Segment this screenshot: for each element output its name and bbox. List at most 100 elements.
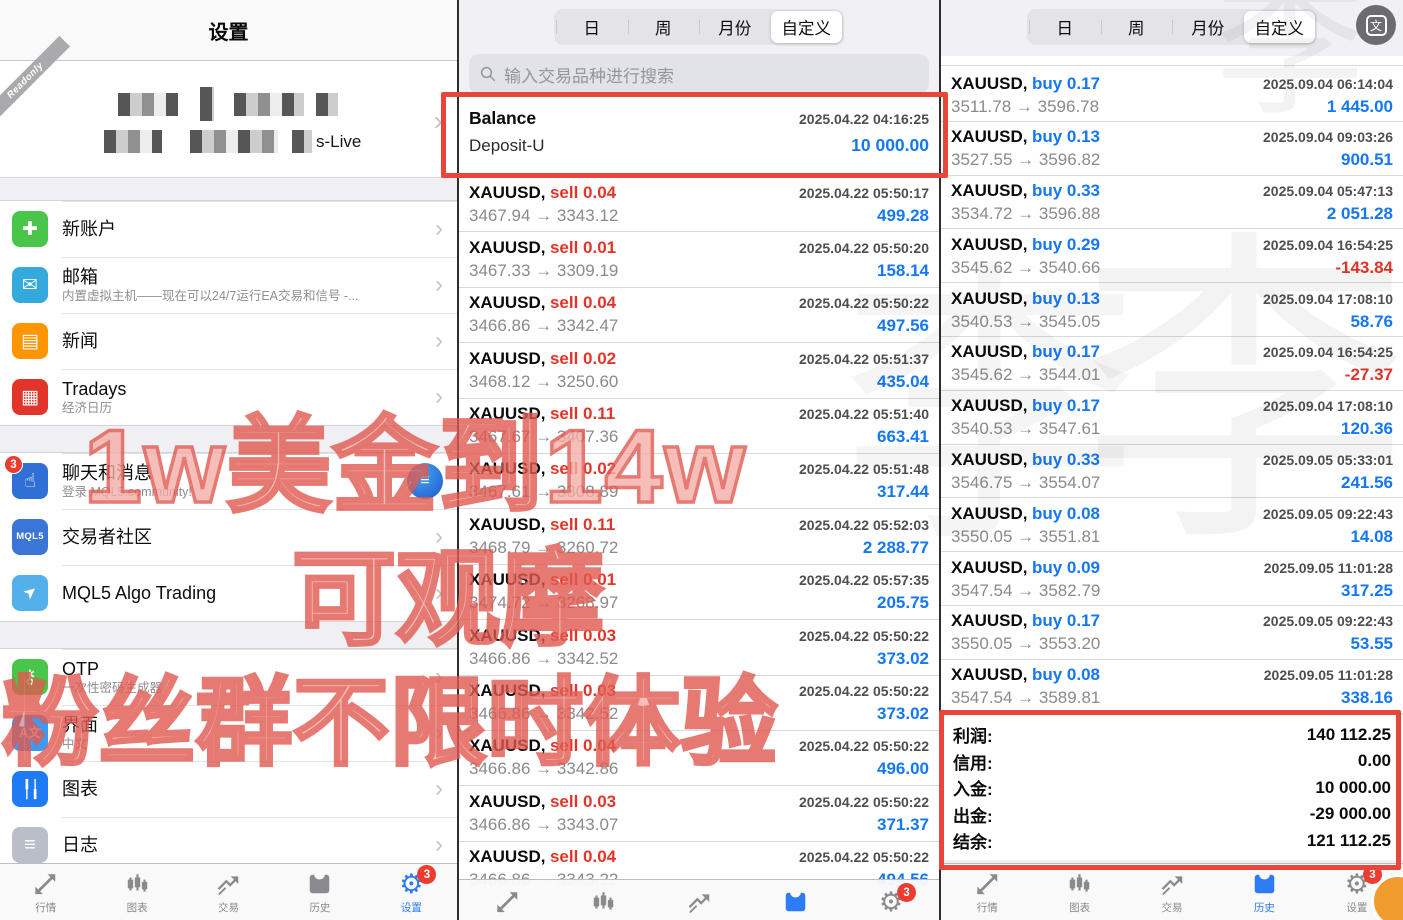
settings-menu-item[interactable]: ✚ 新账户 ≡ › <box>0 201 457 257</box>
trade-row[interactable]: XAUUSD, sell 0.03 2025.04.22 05:50:22 34… <box>459 620 939 675</box>
menu-item-subtitle: 内置虚拟主机——现在可以24/7运行EA交易和信号 -... <box>62 289 372 304</box>
trade-row[interactable]: XAUUSD, sell 0.02 2025.04.22 05:51:37 34… <box>459 343 939 398</box>
trade-symbol: XAUUSD, <box>469 293 546 312</box>
period-tab[interactable]: 月份 <box>699 11 771 43</box>
summary-value: 10 000.00 <box>1315 778 1391 798</box>
period-tab[interactable]: 月份 <box>1172 11 1244 43</box>
tabbar-item[interactable]: ⚙ 交易 <box>651 880 747 920</box>
period-tab[interactable]: 自定义 <box>1244 11 1316 43</box>
trade-row[interactable]: XAUUSD, sell 0.03 2025.04.22 05:50:22 34… <box>459 676 939 731</box>
tabbar-item[interactable]: ⚙ 行情 <box>0 864 91 920</box>
period-tab[interactable]: 周 <box>628 11 700 43</box>
trade-side: sell 0.02 <box>550 349 616 368</box>
period-tab-label: 日 <box>1057 15 1074 39</box>
settings-menu-item[interactable]: MQL5 交易者社区 ≡ › <box>0 509 457 565</box>
trade-row[interactable]: XAUUSD, buy 0.08 2025.09.05 11:01:28 354… <box>941 660 1403 714</box>
trade-row[interactable]: XAUUSD, buy 0.09 2025.09.05 11:01:28 354… <box>941 552 1403 606</box>
trade-row[interactable]: XAUUSD, buy 0.17 2025.09.04 06:14:04 351… <box>941 68 1403 122</box>
settings-menu-item[interactable]: A文 界面 中文 ≡ › <box>0 705 457 761</box>
bottom-tabbar: ⚙ 行情 ⚙ 图表 <box>941 863 1403 920</box>
period-tab[interactable]: 自定义 <box>771 11 843 43</box>
history-header: 日 周 月份 自定义 输入交易品种进行搜索 <box>459 0 939 96</box>
clipped-trade-row[interactable]: 3511.78 → 3596.65 345.62 <box>941 56 1403 68</box>
tabbar-item[interactable]: ⚙ 历史 <box>1218 864 1310 920</box>
trade-row[interactable]: XAUUSD, sell 0.04 2025.04.22 05:50:22 34… <box>459 288 939 343</box>
tabbar-item[interactable]: ⚙ 图表 <box>555 880 651 920</box>
trade-rows: XAUUSD, buy 0.17 2025.09.04 06:14:04 351… <box>941 68 1403 714</box>
account-card[interactable]: Readonly s-Live › <box>0 61 457 178</box>
settings-menu-item[interactable]: ╿╽ 图表 ≡ › <box>0 761 457 817</box>
trade-row[interactable]: XAUUSD, sell 0.04 2025.04.22 05:50:17 34… <box>459 177 939 232</box>
trade-row[interactable]: XAUUSD, buy 0.08 2025.09.05 09:22:43 355… <box>941 498 1403 552</box>
trade-prices: 3545.62 → 3544.01 <box>951 365 1100 385</box>
messages-icon[interactable]: ≡ <box>407 463 443 499</box>
trade-row[interactable]: XAUUSD, buy 0.17 2025.09.04 16:54:25 354… <box>941 337 1403 391</box>
settings-menu-item[interactable]: ▤ 新闻 ≡ › <box>0 313 457 369</box>
summary-value: 121 112.25 <box>1307 831 1391 851</box>
period-tab-label: 自定义 <box>1255 15 1305 39</box>
trade-row[interactable]: XAUUSD, buy 0.17 2025.09.05 09:22:43 355… <box>941 606 1403 660</box>
settings-menu-item[interactable]: ▦ Tradays 经济日历 ≡ › <box>0 369 457 425</box>
tabbar-item[interactable]: ⚙ 交易 <box>183 864 274 920</box>
menu-item-label: 图表 <box>62 778 435 800</box>
trade-symbol: XAUUSD, <box>469 681 546 700</box>
trade-time: 2025.04.22 05:50:22 <box>799 738 929 754</box>
settings-menu-item[interactable]: ⚷ OTP 一次性密码生成器 ≡ › <box>0 649 457 705</box>
trade-row[interactable]: XAUUSD, sell 0.03 2025.04.22 05:50:22 34… <box>459 786 939 841</box>
trade-row[interactable]: XAUUSD, buy 0.13 2025.09.04 17:08:10 354… <box>941 283 1403 337</box>
translate-scan-button[interactable]: 文 <box>1356 5 1396 45</box>
settings-menu-item[interactable]: ➤ MQL5 Algo Trading ≡ › <box>0 565 457 621</box>
trade-time: 2025.09.05 09:22:43 <box>1263 506 1393 522</box>
trade-row[interactable]: XAUUSD, buy 0.33 2025.09.05 05:33:01 354… <box>941 445 1403 499</box>
trade-prices: 3545.62 → 3540.66 <box>951 258 1100 278</box>
trade-row[interactable]: XAUUSD, buy 0.17 2025.09.04 17:08:10 354… <box>941 391 1403 445</box>
trade-symbol: XAUUSD, <box>469 792 546 811</box>
search-input[interactable]: 输入交易品种进行搜索 <box>469 54 929 94</box>
trade-row[interactable]: XAUUSD, sell 0.04 2025.04.22 05:50:22 34… <box>459 731 939 786</box>
trade-side: sell 0.04 <box>550 183 616 202</box>
trade-profit: 120.36 <box>1341 419 1393 439</box>
trade-side: buy 0.17 <box>1032 396 1100 415</box>
tabbar-item[interactable]: ⚙ 行情 <box>941 864 1033 920</box>
summary-row: 入金: 10 000.00 <box>953 775 1391 802</box>
tabbar-item[interactable]: ⚙ 历史 <box>747 880 843 920</box>
trade-row[interactable]: XAUUSD, buy 0.33 2025.09.04 05:47:13 353… <box>941 176 1403 230</box>
trade-row[interactable]: XAUUSD, buy 0.13 2025.09.04 09:03:26 352… <box>941 122 1403 176</box>
account-name-redacted: s-Live <box>0 61 457 153</box>
search-placeholder: 输入交易品种进行搜索 <box>504 62 674 87</box>
trade-time: 2025.09.04 17:08:10 <box>1263 398 1393 414</box>
trade-row[interactable]: XAUUSD, sell 0.11 2025.04.22 05:51:40 34… <box>459 399 939 454</box>
balance-row[interactable]: Balance 2025.04.22 04:16:25 Deposit-U 10… <box>459 96 939 177</box>
trade-profit: 317.25 <box>1341 581 1393 601</box>
trade-row[interactable]: XAUUSD, buy 0.29 2025.09.04 16:54:25 354… <box>941 229 1403 283</box>
tabbar-item[interactable]: ⚙ 交易 <box>1126 864 1218 920</box>
menu-icon: ✚ <box>12 211 48 247</box>
trade-row[interactable]: XAUUSD, sell 0.01 2025.04.22 05:50:20 34… <box>459 232 939 287</box>
tabbar-item[interactable]: ⚙ 行情 <box>459 880 555 920</box>
period-tab-label: 月份 <box>718 15 751 39</box>
period-tab[interactable]: 周 <box>1101 11 1173 43</box>
trade-row[interactable]: XAUUSD, sell 0.01 2025.04.22 05:57:35 34… <box>459 565 939 620</box>
menu-icon: ╿╽ <box>12 771 48 807</box>
trade-row[interactable]: XAUUSD, sell 0.11 2025.04.22 05:52:03 34… <box>459 509 939 564</box>
period-tab[interactable]: 日 <box>556 11 628 43</box>
tabbar-item[interactable]: ⚙ 历史 <box>274 864 365 920</box>
tabbar-item[interactable]: ⚙ 图表 <box>1033 864 1125 920</box>
trade-profit: 499.28 <box>877 206 929 226</box>
trade-prices: 3466.86 → 3343.07 <box>469 815 618 835</box>
trade-profit: 2 051.28 <box>1327 204 1393 224</box>
chevron-right-icon: › <box>435 217 443 241</box>
trade-prices: 3540.53 → 3547.61 <box>951 419 1100 439</box>
trade-prices: 3550.05 → 3553.20 <box>951 634 1100 654</box>
unread-badge: 3 <box>4 455 23 474</box>
tabbar-item[interactable]: ⚙ 3 设置 <box>843 880 939 920</box>
settings-menu-item[interactable]: ☝ 3 聊天和消息 登录 MQL5.community! ≡ › <box>0 453 457 509</box>
tabbar-item[interactable]: ⚙ 3 设置 <box>366 864 457 920</box>
tab-badge: 3 <box>897 883 916 902</box>
tabbar-item[interactable]: ⚙ 图表 <box>91 864 182 920</box>
settings-menu-item[interactable]: ✉ 邮箱 内置虚拟主机——现在可以24/7运行EA交易和信号 -... ≡ › <box>0 257 457 313</box>
period-tab[interactable]: 日 <box>1029 11 1101 43</box>
translate-scan-icon: 文 <box>1366 15 1387 36</box>
trade-row[interactable]: XAUUSD, sell 0.02 2025.04.22 05:51:48 34… <box>459 454 939 509</box>
summary-label: 入金: <box>953 775 993 800</box>
